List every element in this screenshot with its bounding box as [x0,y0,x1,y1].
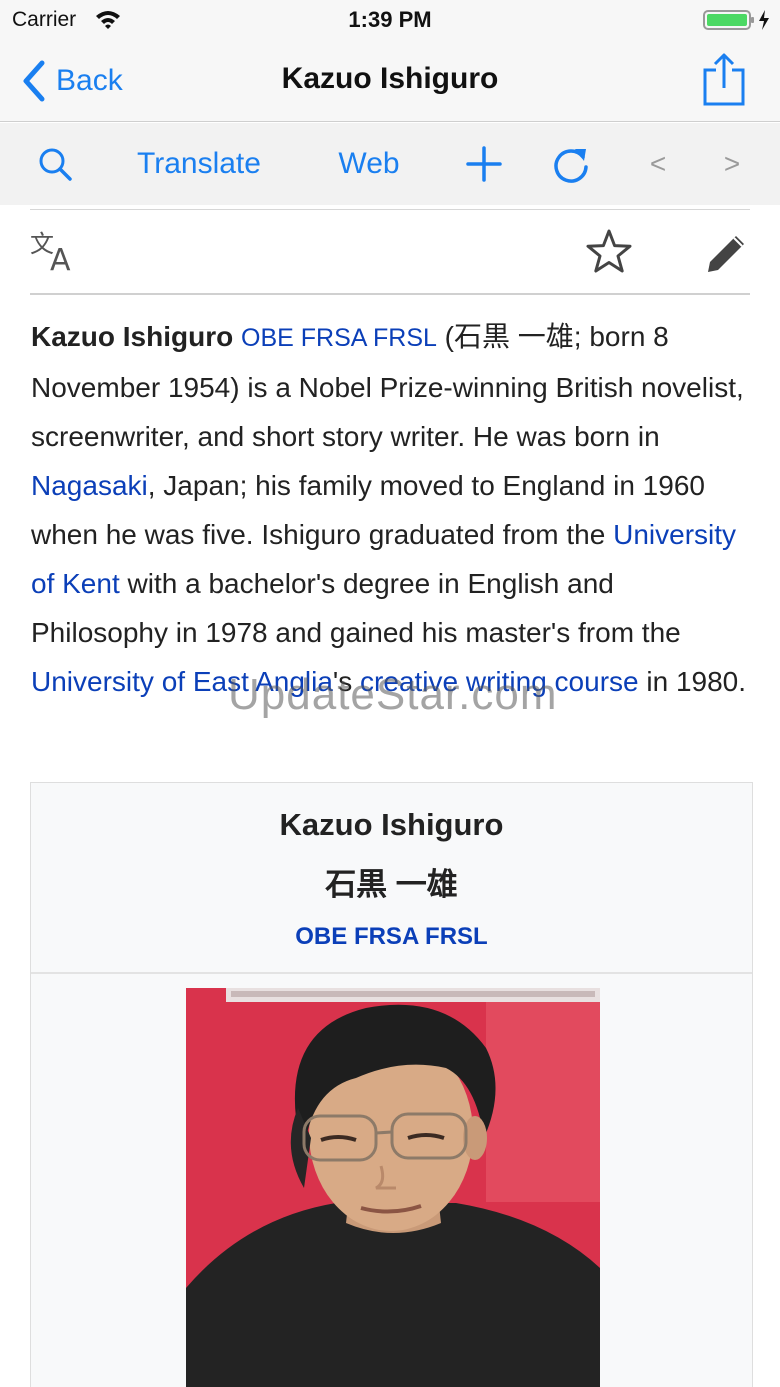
share-icon[interactable] [700,52,748,108]
svg-text:A: A [50,243,71,274]
postnominals-link[interactable]: OBE FRSA FRSL [241,324,437,352]
translate-button[interactable]: Translate [128,123,270,205]
navigation-bar: Back Kazuo Ishiguro [0,40,780,122]
toolbar: Translate Web < > [0,123,780,205]
portrait-image [186,988,600,1387]
refresh-icon [554,149,588,183]
refresh-button[interactable] [546,123,598,205]
back-button[interactable]: Back [20,58,123,104]
star-icon[interactable] [585,228,633,276]
article-actions: 文 A [30,209,750,295]
edit-pencil-icon[interactable] [704,230,750,276]
creative-writing-course-link[interactable]: creative writing course [360,666,639,697]
portrait-photo[interactable] [186,988,600,1387]
infobox-header: Kazuo Ishiguro 石黒 一雄 OBE FRSA FRSL [31,783,752,974]
back-label: Back [56,64,123,97]
intro-text-4: 's [332,666,361,697]
next-page-button[interactable]: > [714,123,750,205]
plus-icon [466,146,502,182]
search-icon [39,148,72,181]
translate-icon[interactable]: 文 A [30,228,82,274]
infobox: Kazuo Ishiguro 石黒 一雄 OBE FRSA FRSL [30,782,753,1387]
infobox-native-name: 石黒 一雄 [325,867,458,902]
status-bar: Carrier 1:39 PM [0,0,780,40]
infobox-name: Kazuo Ishiguro [279,807,504,842]
previous-page-button[interactable]: < [640,123,676,205]
search-button[interactable] [30,123,80,205]
intro-text-5: in 1980. [638,666,747,697]
infobox-postnominals-link[interactable]: OBE FRSA FRSL [31,923,752,951]
status-time: 1:39 PM [348,7,432,32]
web-button[interactable]: Web [330,123,408,205]
intro-text-3: with a bachelor's degree in English and … [31,568,681,648]
subject-name: Kazuo Ishiguro [31,321,234,352]
add-button[interactable] [458,123,510,205]
nagasaki-link[interactable]: Nagasaki [31,470,148,501]
battery-charging-icon [703,10,769,30]
article-intro: Kazuo Ishiguro OBE FRSA FRSL (石黒 一雄; bor… [31,312,751,706]
chevron-left-icon [23,60,45,102]
university-of-east-anglia-link[interactable]: University of East Anglia [31,666,333,697]
